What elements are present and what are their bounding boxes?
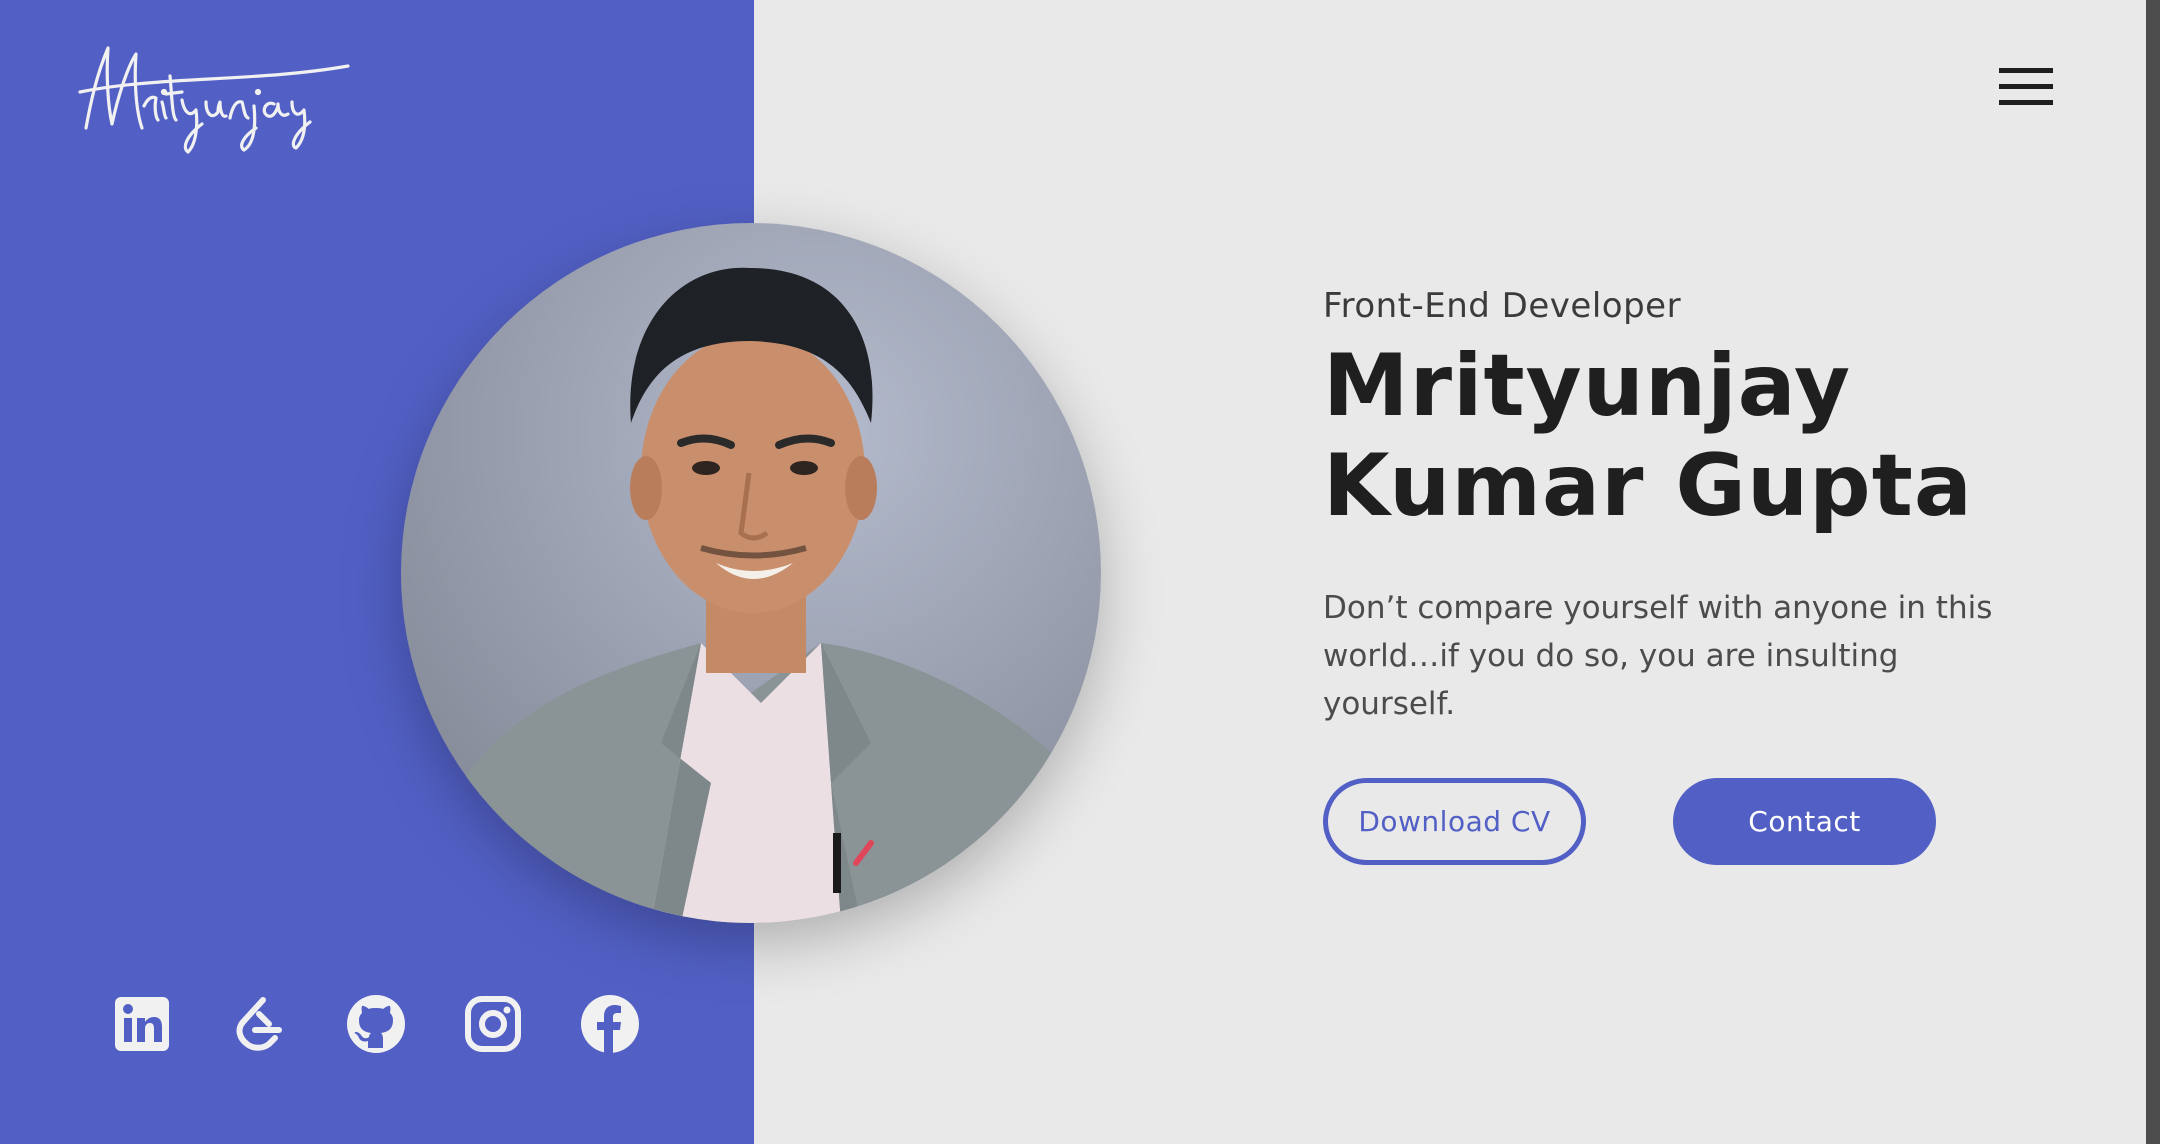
hamburger-icon-bar-bottom: [1999, 100, 2053, 105]
tagline-quote: Don’t compare yourself with anyone in th…: [1323, 590, 1993, 722]
name-line-2: Kumar Gupta: [1323, 436, 1973, 536]
facebook-icon: [581, 995, 639, 1053]
linkedin-link[interactable]: [112, 994, 172, 1054]
leetcode-link[interactable]: [229, 994, 289, 1054]
signature-logo[interactable]: [78, 36, 363, 156]
profile-photo-illustration: [401, 267, 1101, 923]
hero-content: Front-End Developer Mrityunjay Kumar Gup…: [1323, 284, 2003, 728]
download-cv-button[interactable]: Download CV: [1323, 778, 1586, 865]
instagram-icon: [465, 996, 521, 1052]
github-link[interactable]: [346, 994, 406, 1054]
hamburger-icon-bar-middle: [1999, 84, 2053, 89]
github-icon: [347, 995, 405, 1053]
hamburger-icon-bar-top: [1999, 68, 2053, 73]
signature-logo-graphic: [78, 46, 350, 154]
page-title: Mrityunjay Kumar Gupta: [1323, 336, 2003, 536]
window-scrollbar[interactable]: [2146, 0, 2160, 1144]
linkedin-icon: [115, 997, 169, 1051]
portfolio-page: Front-End Developer Mrityunjay Kumar Gup…: [0, 0, 2160, 1144]
instagram-link[interactable]: [463, 994, 523, 1054]
leetcode-icon: [236, 997, 282, 1051]
job-title: Front-End Developer: [1323, 286, 1682, 326]
social-links: [112, 992, 640, 1056]
profile-photo: [401, 223, 1101, 923]
facebook-link[interactable]: [580, 994, 640, 1054]
name-line-1: Mrityunjay: [1323, 336, 1852, 436]
menu-button[interactable]: [1999, 68, 2053, 106]
contact-button[interactable]: Contact: [1673, 778, 1936, 865]
